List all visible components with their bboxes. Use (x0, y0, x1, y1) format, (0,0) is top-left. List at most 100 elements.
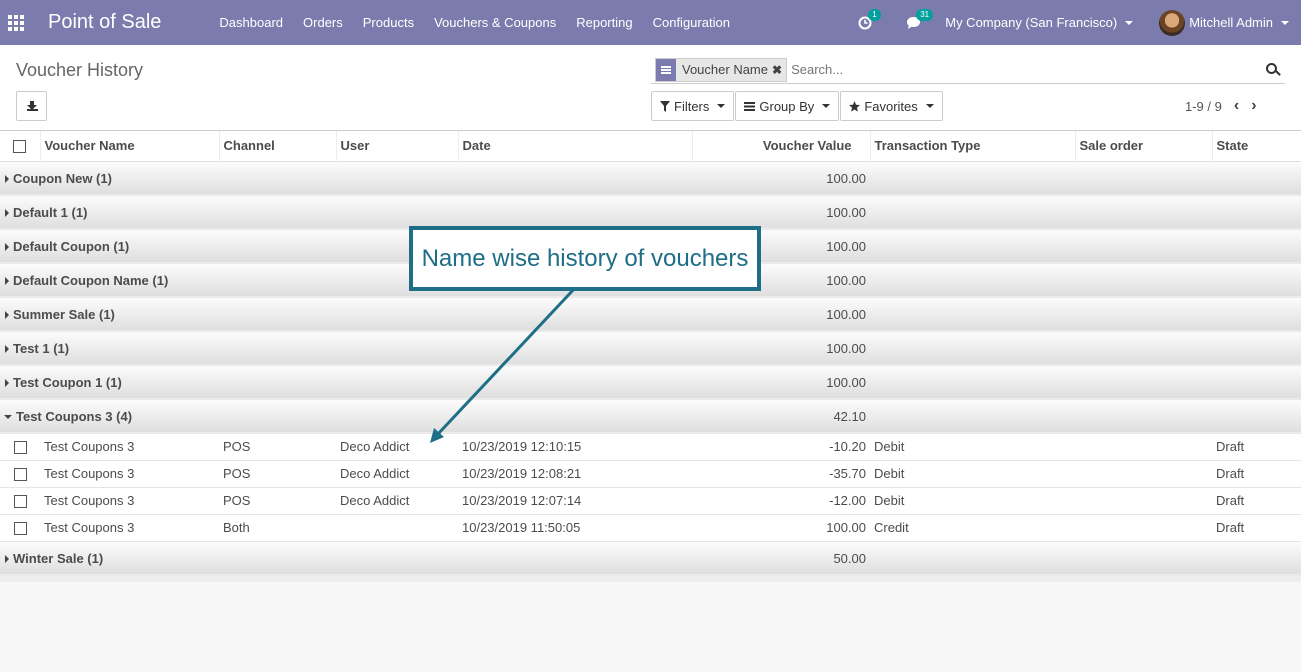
cell-voucher-name: Test Coupons 3 (40, 460, 219, 488)
menu-products[interactable]: Products (353, 0, 424, 45)
group-total: 100.00 (692, 161, 870, 196)
row-checkbox[interactable] (0, 514, 40, 542)
cell-sale-order (1075, 487, 1212, 515)
col-channel[interactable]: Channel (219, 131, 337, 162)
pager: 1-9 / 9 ‹ › (1185, 97, 1257, 115)
star-icon (849, 100, 861, 112)
pager-value[interactable]: 1-9 / 9 (1185, 99, 1222, 114)
group-by-icon (656, 58, 676, 81)
caret-right-icon (5, 242, 9, 251)
breadcrumb: Voucher History (16, 60, 144, 80)
chevron-down-icon (1281, 20, 1289, 25)
group-name: Test Coupon 1 (1) (13, 374, 122, 390)
group-name: Coupon New (1) (13, 170, 112, 186)
cell-voucher-value: -12.00 (692, 487, 870, 515)
user-name: Mitchell Admin (1189, 15, 1273, 30)
cell-voucher-value: 100.00 (692, 514, 870, 542)
cell-voucher-name: Test Coupons 3 (40, 487, 219, 515)
row-checkbox[interactable] (0, 460, 40, 488)
chevron-down-icon (1125, 20, 1134, 25)
apps-menu-icon[interactable] (0, 0, 32, 45)
group-row[interactable]: Winter Sale (1) 50.00 (0, 541, 1301, 576)
close-icon[interactable]: ✖ (772, 63, 786, 77)
chevron-down-icon (717, 104, 726, 108)
group-name: Test 1 (1) (13, 340, 70, 356)
col-voucher-value[interactable]: Voucher Value (692, 131, 871, 162)
cell-channel: POS (219, 433, 336, 461)
menu-configuration[interactable]: Configuration (643, 0, 740, 45)
export-button[interactable] (16, 91, 47, 121)
search-options: Filters Group By Favorites (651, 91, 944, 121)
table-row[interactable]: Test Coupons 3 Both 10/23/2019 11:50:05 … (0, 514, 1301, 542)
table-row[interactable]: Test Coupons 3 POS Deco Addict 10/23/201… (0, 433, 1301, 461)
group-row[interactable]: Summer Sale (1) 100.00 (0, 297, 1301, 332)
group-row[interactable]: Test 1 (1) 100.00 (0, 331, 1301, 366)
cell-user: Deco Addict (336, 460, 458, 488)
group-name: Test Coupons 3 (4) (16, 408, 133, 424)
user-menu[interactable]: Mitchell Admin (1159, 9, 1289, 36)
cell-date: 10/23/2019 12:07:14 (458, 487, 692, 515)
cell-state: Draft (1212, 514, 1301, 542)
chevron-right-icon[interactable]: › (1251, 97, 1256, 115)
cell-state: Draft (1212, 460, 1301, 488)
group-row[interactable]: Default 1 (1) 100.00 (0, 195, 1301, 230)
filter-icon (660, 100, 670, 112)
group-total: 100.00 (692, 195, 870, 230)
app-title[interactable]: Point of Sale (48, 11, 161, 34)
cell-sale-order (1075, 433, 1212, 461)
chevron-left-icon[interactable]: ‹ (1234, 97, 1239, 115)
filters-button[interactable]: Filters (651, 91, 735, 121)
group-total: 50.00 (692, 541, 870, 576)
group-row[interactable]: Test Coupon 1 (1) 100.00 (0, 365, 1301, 400)
caret-right-icon (5, 174, 9, 183)
cell-user: Deco Addict (336, 433, 458, 461)
groupby-button[interactable]: Group By (735, 91, 840, 121)
row-checkbox[interactable] (0, 433, 40, 461)
cell-state: Draft (1212, 487, 1301, 515)
cell-transaction-type: Debit (870, 433, 1075, 461)
group-name: Winter Sale (1) (13, 550, 104, 566)
select-all-checkbox[interactable] (0, 131, 41, 162)
caret-down-icon (4, 414, 12, 419)
avatar (1159, 9, 1186, 36)
col-sale-order[interactable]: Sale order (1075, 131, 1213, 162)
menu-orders[interactable]: Orders (293, 0, 353, 45)
group-total: 100.00 (692, 297, 870, 332)
table-row[interactable]: Test Coupons 3 POS Deco Addict 10/23/201… (0, 460, 1301, 488)
caret-right-icon (5, 344, 9, 353)
cell-sale-order (1075, 460, 1212, 488)
navbar-right: 1 31 My Company (San Francisco) Mitchell… (848, 0, 1301, 45)
menu-reporting[interactable]: Reporting (566, 0, 642, 45)
caret-right-icon (5, 554, 9, 563)
cell-channel: Both (219, 514, 336, 542)
col-transaction-type[interactable]: Transaction Type (870, 131, 1076, 162)
chevron-down-icon (822, 104, 831, 108)
group-row-expanded[interactable]: Test Coupons 3 (4) 42.10 (0, 399, 1301, 434)
messages-button[interactable]: 31 (906, 8, 934, 30)
cell-transaction-type: Debit (870, 460, 1075, 488)
col-date[interactable]: Date (458, 131, 693, 162)
group-name: Default Coupon (1) (13, 238, 130, 254)
group-row[interactable]: Coupon New (1) 100.00 (0, 161, 1301, 196)
menu-vouchers-coupons[interactable]: Vouchers & Coupons (424, 0, 566, 45)
search-icon[interactable] (1265, 62, 1281, 78)
favorites-button[interactable]: Favorites (840, 91, 943, 121)
messages-badge: 31 (916, 8, 934, 21)
row-checkbox[interactable] (0, 487, 40, 515)
col-voucher-name[interactable]: Voucher Name (40, 131, 220, 162)
col-user[interactable]: User (336, 131, 459, 162)
col-state[interactable]: State (1212, 131, 1301, 162)
table-row[interactable]: Test Coupons 3 POS Deco Addict 10/23/201… (0, 487, 1301, 515)
search-facet: Voucher Name ✖ (655, 57, 788, 82)
cell-date: 10/23/2019 12:08:21 (458, 460, 692, 488)
bars-icon (744, 101, 756, 111)
main-menu: Dashboard Orders Products Vouchers & Cou… (209, 0, 740, 45)
group-total: 42.10 (692, 399, 870, 434)
activity-button[interactable]: 1 (858, 8, 881, 30)
company-switcher[interactable]: My Company (San Francisco) (945, 15, 1134, 30)
chevron-down-icon (925, 104, 934, 108)
search-input[interactable] (791, 62, 1252, 77)
facet-label: Voucher Name (682, 62, 768, 77)
menu-dashboard[interactable]: Dashboard (209, 0, 293, 45)
group-total: 100.00 (692, 331, 870, 366)
